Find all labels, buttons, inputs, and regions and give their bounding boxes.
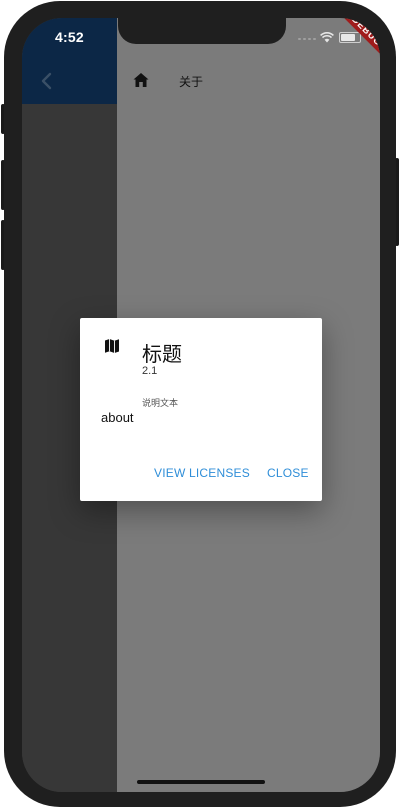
close-button[interactable]: CLOSE <box>267 466 309 480</box>
home-indicator[interactable] <box>137 780 265 784</box>
notch <box>118 18 286 44</box>
battery-icon <box>339 32 361 43</box>
app-version: 2.1 <box>142 365 158 377</box>
view-licenses-button[interactable]: VIEW LICENSES <box>154 466 250 480</box>
about-dialog: 标题 2.1 说明文本 about VIEW LICENSES CLOSE <box>80 318 322 501</box>
status-time: 4:52 <box>55 29 84 45</box>
home-icon[interactable] <box>132 71 150 89</box>
dialog-title: 标题 <box>142 344 182 366</box>
page-title: 关于 <box>179 75 204 89</box>
phone-device: 4:52 DEBUG 关于 标题 2.1 说明文本 about VIEW LIC… <box>0 0 400 808</box>
signal-icon <box>298 38 316 40</box>
dialog-content: about <box>101 410 134 425</box>
back-button[interactable] <box>36 70 58 92</box>
legalese-text: 说明文本 <box>142 398 179 408</box>
chevron-left-icon <box>41 72 52 90</box>
wifi-icon <box>320 30 334 48</box>
map-icon <box>104 338 120 354</box>
